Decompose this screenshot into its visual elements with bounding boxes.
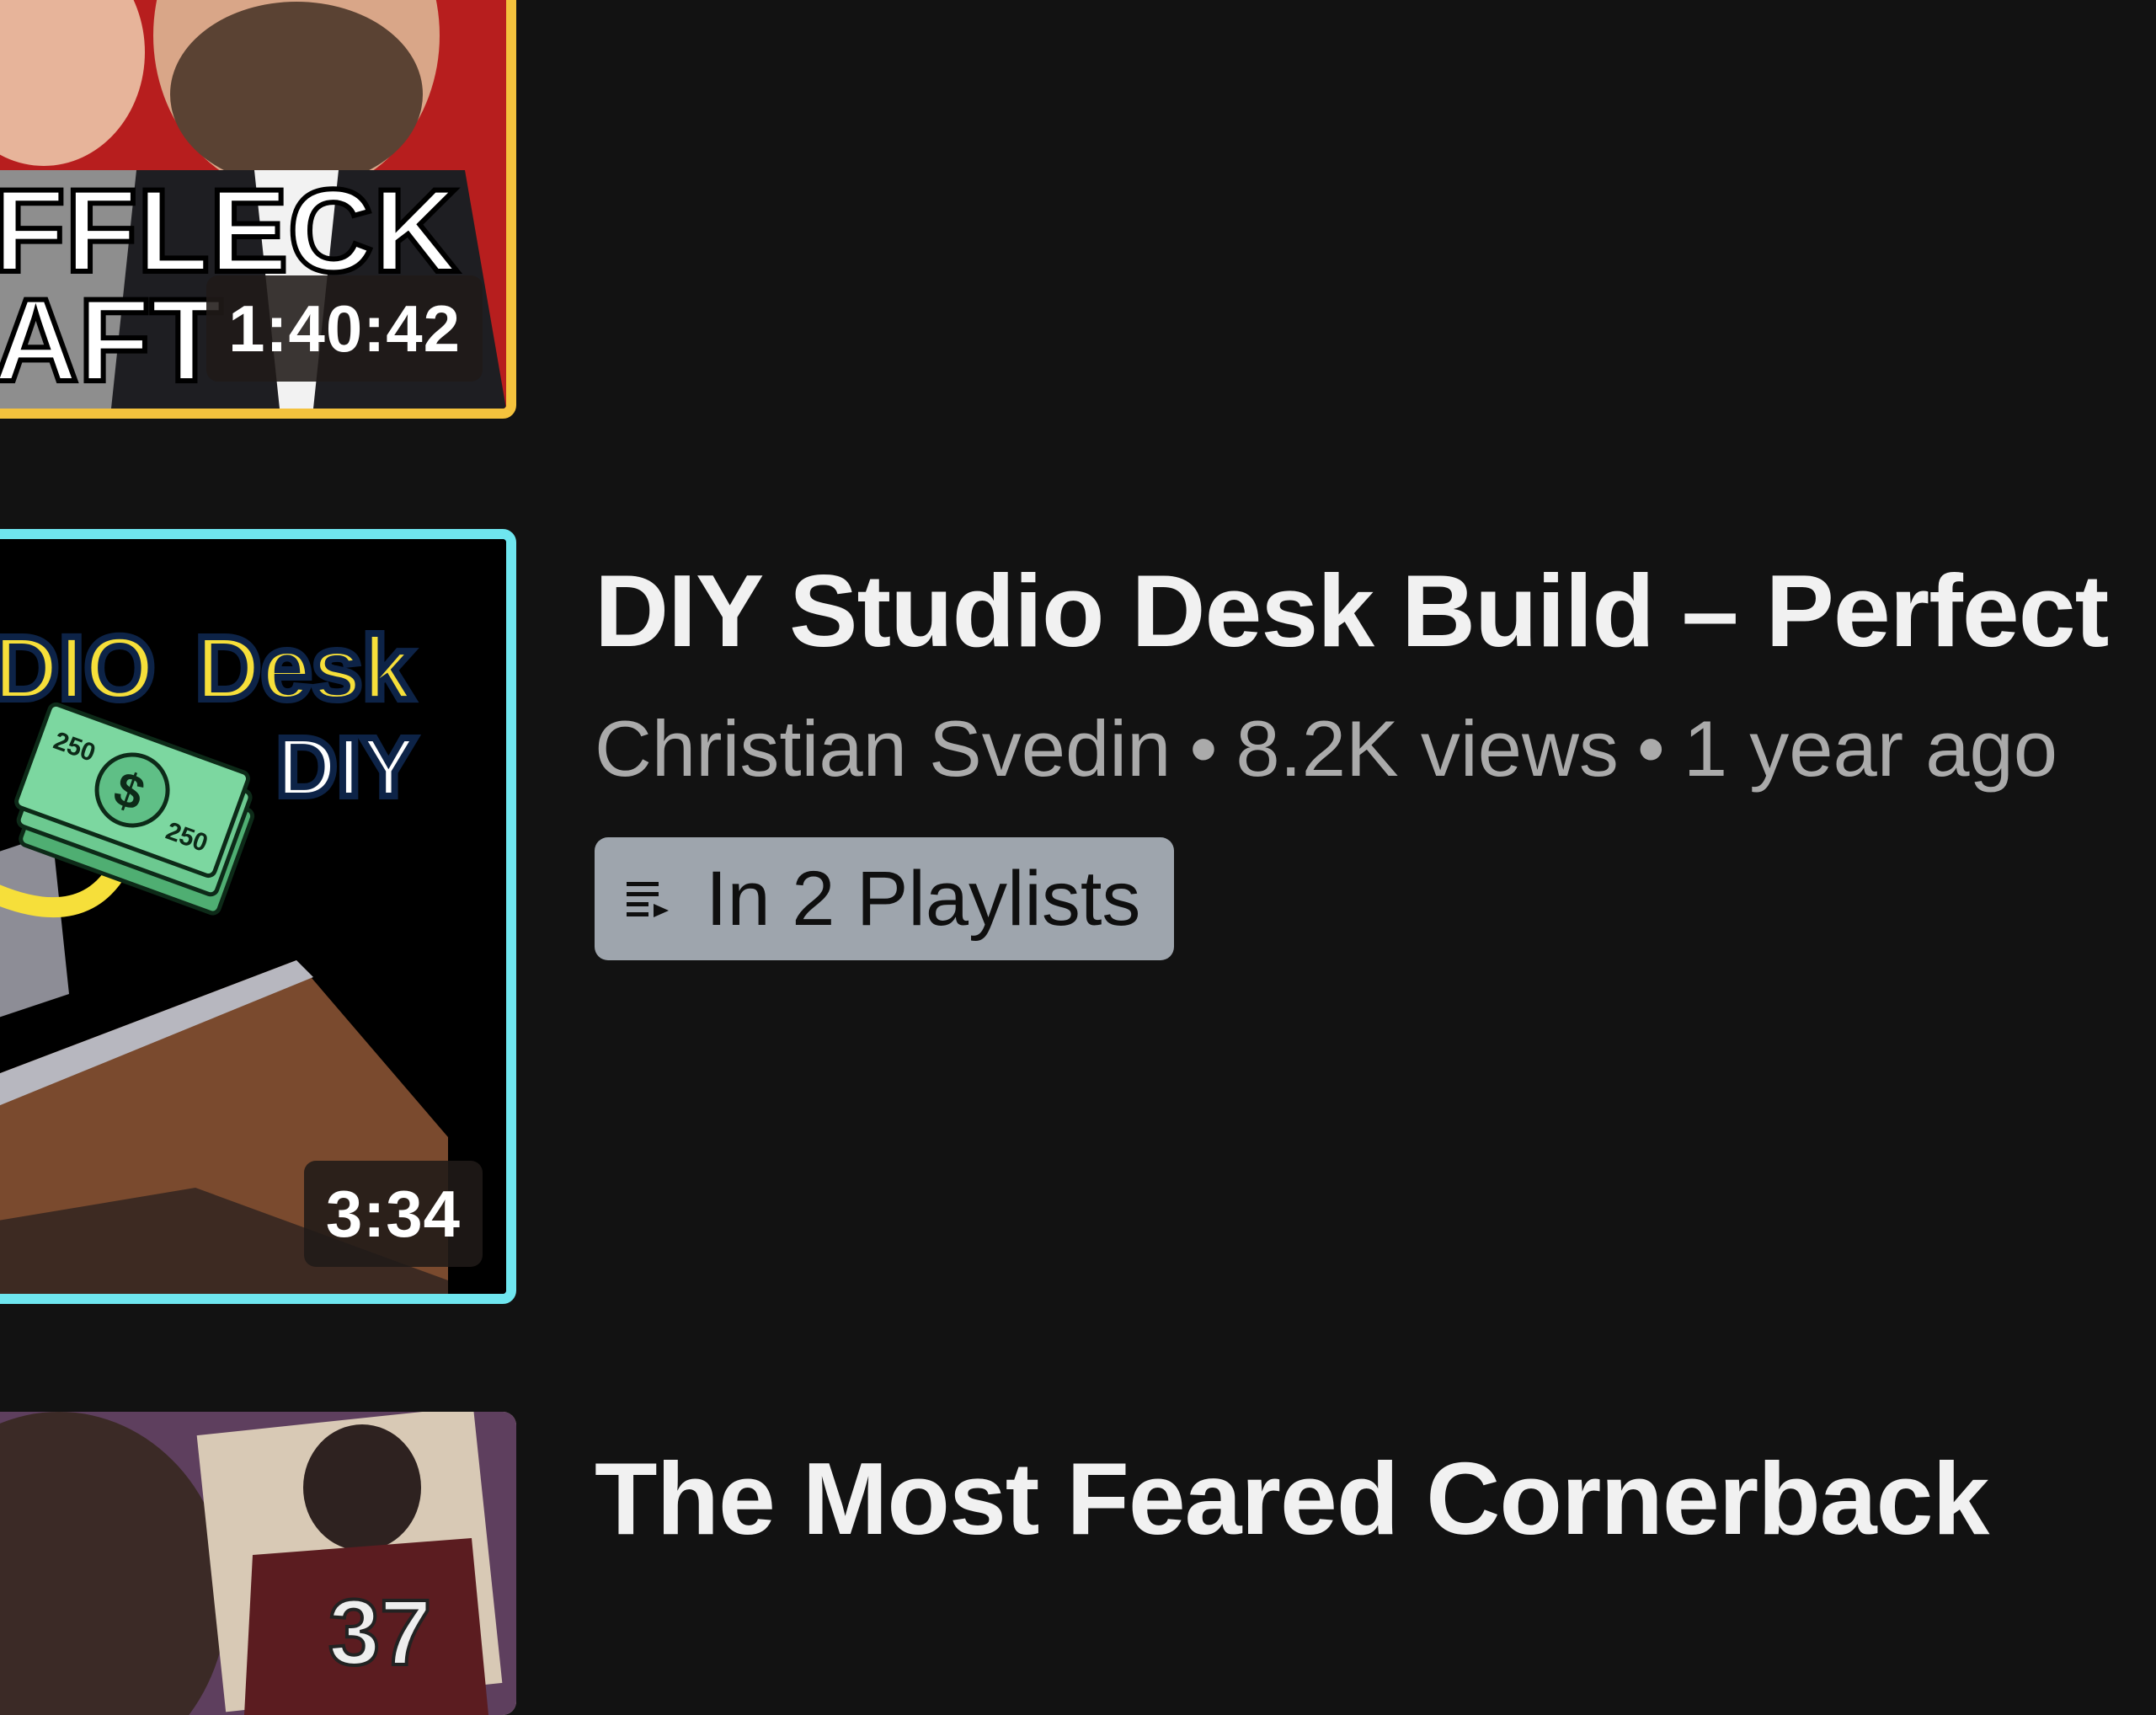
video-duration: 3:34 [303,1161,483,1267]
video-metadata: Christian Svedin • 8.2K views • 1 year ago [595,709,2108,788]
view-count: 8.2K views [1235,704,1619,793]
video-thumbnail-2[interactable]: DIO Desk DIY $ 250 250 3:34 [0,529,516,1304]
video-thumbnail-1[interactable]: FFLECK AFT 1:40:42 [0,0,516,419]
meta-separator: • [1189,704,1218,793]
meta-separator: • [1636,704,1665,793]
thumbnail-text-desk: Desk [195,617,414,719]
channel-name[interactable]: Christian Svedin [595,704,1171,793]
thumbnail-text-2: AFT [0,274,222,406]
thumbnail-text-diy: DIY [276,720,417,815]
video-info-3: The Most Feared Cornerback [595,1447,1989,1550]
video-title[interactable]: DIY Studio Desk Build – Perfect [595,559,2109,662]
video-duration: 1:40:42 [206,275,483,382]
video-info-2: DIY Studio Desk Build – Perfect Christia… [595,559,2109,960]
playlist-badge-label: In 2 Playlists [706,856,1141,942]
thumbnail-text-dio: DIO [0,617,155,719]
playlist-icon [627,882,669,917]
thumbnail-text-number: 37 [328,1581,431,1685]
playlist-badge[interactable]: In 2 Playlists [595,837,1175,960]
thumbnail-art: 37 [0,1412,516,1715]
video-title[interactable]: The Most Feared Cornerback [595,1447,1989,1550]
video-thumbnail-3[interactable]: 37 [0,1412,516,1715]
upload-age: 1 year ago [1683,704,2058,793]
